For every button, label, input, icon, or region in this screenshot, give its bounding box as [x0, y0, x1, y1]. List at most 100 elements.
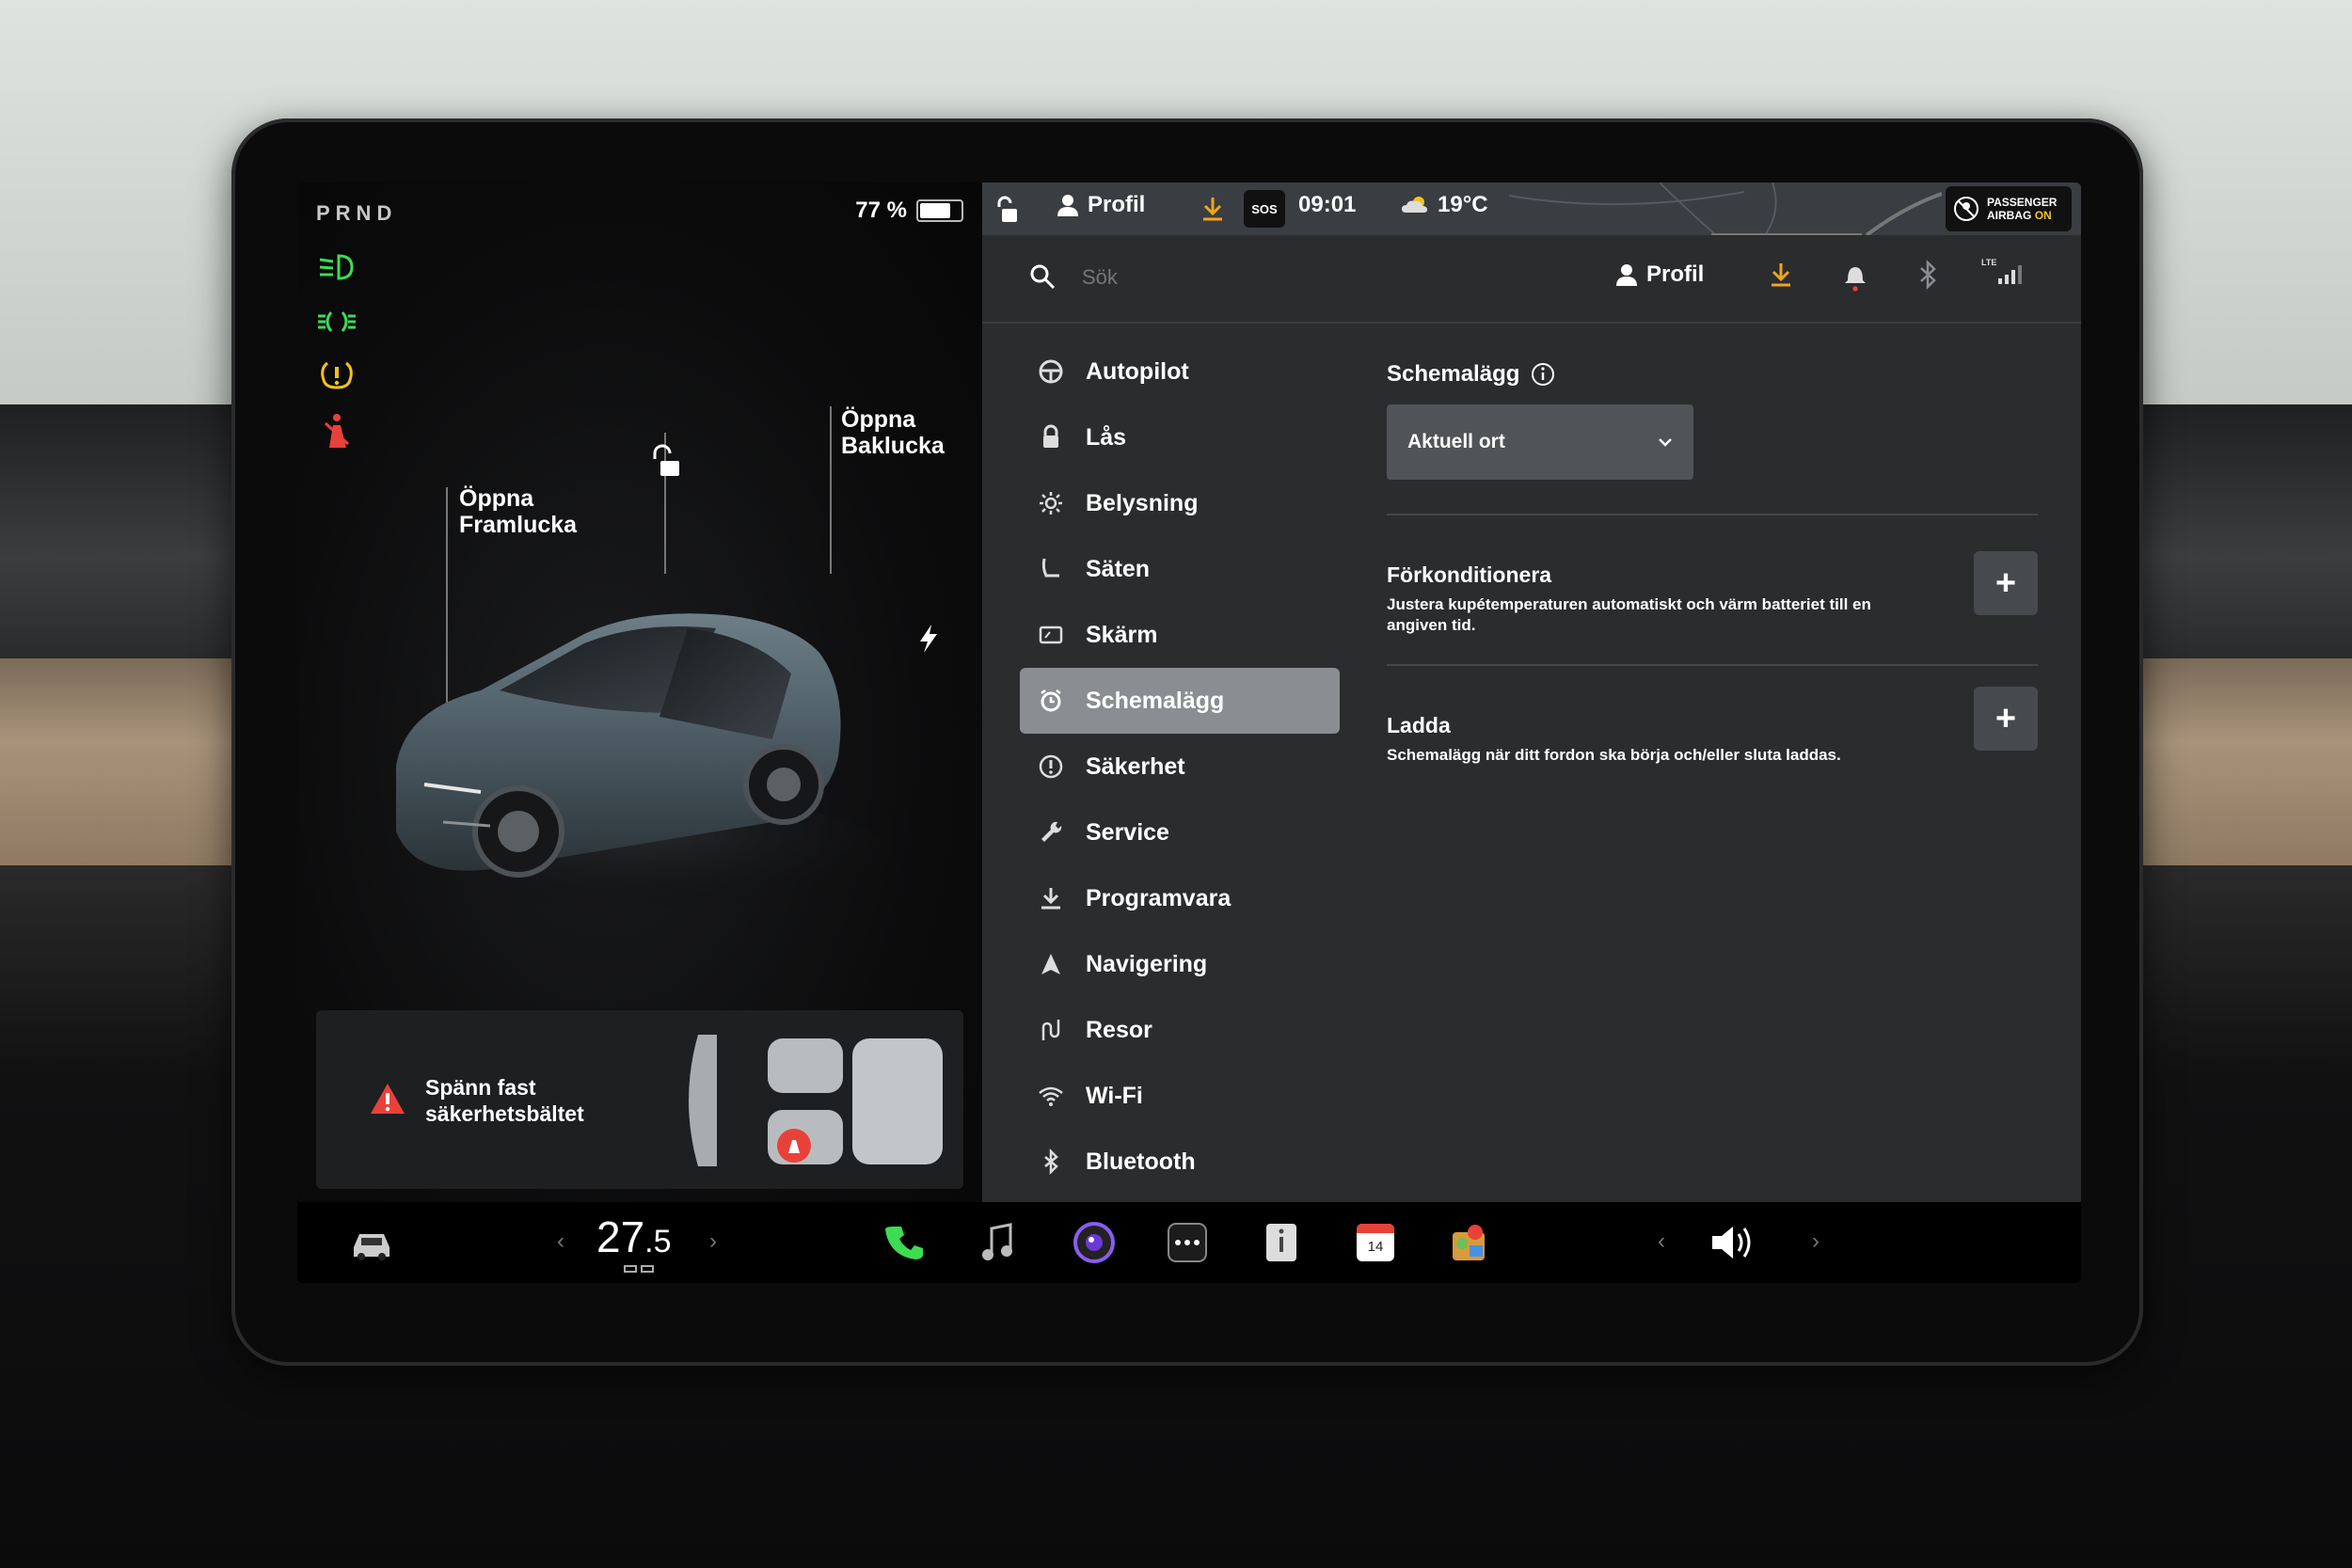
search-input[interactable]: Sök: [1082, 265, 1118, 290]
menu-label: Autopilot: [1086, 357, 1189, 385]
trunk-label-line2: Baklucka: [841, 433, 945, 459]
tire-pressure-warning-icon: [321, 361, 353, 389]
menu-item-navigering[interactable]: Navigering: [1020, 931, 1340, 997]
menu-label: Säten: [1086, 555, 1151, 582]
menu-item-service[interactable]: Service: [1020, 800, 1340, 865]
seat-heater-icon[interactable]: [621, 1262, 659, 1277]
navigation-arrow-icon: [1041, 954, 1060, 974]
parking-lights-icon: [318, 311, 356, 332]
alert-line2: säkerhetsbältet: [425, 1101, 584, 1126]
display-icon: [1039, 626, 1063, 644]
bluetooth-status-icon[interactable]: [1917, 260, 1938, 290]
battery-fill: [920, 203, 951, 218]
menu-item-saten[interactable]: Säten: [1020, 536, 1340, 602]
info-icon[interactable]: [1531, 362, 1555, 387]
volume-next-icon[interactable]: ›: [1812, 1228, 1820, 1255]
airbag-line1: PASSENGER: [1987, 196, 2058, 209]
alarm-clock-icon: [1041, 689, 1061, 712]
calendar-day: 14: [1367, 1239, 1384, 1255]
location-dropdown[interactable]: Aktuell ort: [1387, 404, 1693, 480]
open-frunk-label[interactable]: Öppna Framlucka: [459, 485, 577, 538]
menu-item-wifi[interactable]: Wi-Fi: [1020, 1063, 1340, 1129]
airbag-state: ON: [2034, 209, 2052, 222]
car-panel: PRND 77 % Öppna Framlucka Öppna Baklucka…: [297, 182, 982, 1202]
battery-icon: [916, 199, 963, 222]
open-trunk-label[interactable]: Öppna Baklucka: [841, 406, 945, 459]
temperature-increase-icon[interactable]: ›: [709, 1228, 717, 1255]
menu-item-autopilot[interactable]: Autopilot: [1020, 339, 1340, 404]
charge-port-icon[interactable]: [916, 623, 941, 655]
volume-previous-icon[interactable]: ‹: [1658, 1228, 1665, 1255]
frunk-label-line2: Framlucka: [459, 512, 578, 538]
add-precondition-button[interactable]: +: [1974, 551, 2038, 615]
menu-label: Programvara: [1086, 884, 1232, 911]
manual-icon[interactable]: [1261, 1219, 1302, 1266]
lte-label: LTE: [1981, 258, 1997, 267]
camera-icon[interactable]: [1073, 1219, 1116, 1266]
calendar-icon[interactable]: 14: [1355, 1219, 1396, 1266]
menu-item-las[interactable]: Lås: [1020, 404, 1340, 470]
menu-item-programvara[interactable]: Programvara: [1020, 865, 1340, 931]
gear-selector: PRND: [316, 201, 398, 225]
menu-label: Lås: [1086, 423, 1127, 451]
notification-bell-icon[interactable]: [1844, 261, 1867, 292]
phone-icon[interactable]: [884, 1219, 928, 1266]
airbag-label: PASSENGER AIRBAG ON: [1987, 196, 2057, 222]
profile-button[interactable]: Profil: [1057, 192, 1145, 218]
cabin-temperature[interactable]: 27.5: [596, 1212, 672, 1262]
menu-label: Service: [1086, 818, 1169, 846]
menu-item-schemalagg[interactable]: Schemalägg: [1020, 668, 1340, 734]
menu-label: Wi-Fi: [1086, 1082, 1143, 1109]
menu-item-sakerhet[interactable]: Säkerhet: [1020, 734, 1340, 800]
frunk-label-line1: Öppna: [459, 485, 534, 512]
menu-label: Belysning: [1086, 489, 1199, 516]
temperature-decrease-icon[interactable]: ‹: [557, 1228, 564, 1255]
music-icon[interactable]: [978, 1219, 1016, 1266]
chevron-down-icon: [1659, 438, 1672, 447]
calendar-tile: 14: [1357, 1224, 1394, 1261]
unlocked-padlock-icon[interactable]: [993, 196, 1020, 224]
settings-menu: Autopilot Lås Belysning Säten Skärm Sche…: [1020, 339, 1340, 1195]
weather: 19°C: [1402, 192, 1488, 218]
unlock-icon[interactable]: [645, 444, 683, 482]
toybox-icon[interactable]: [1449, 1219, 1492, 1266]
menu-label: Skärm: [1086, 621, 1158, 648]
seatbelt-alert-card[interactable]: Spänn fast säkerhetsbältet: [316, 1010, 963, 1189]
map-background-lines: [1509, 182, 1942, 235]
car-icon[interactable]: [348, 1219, 395, 1266]
touchscreen: PRND 77 % Öppna Framlucka Öppna Baklucka…: [297, 182, 2081, 1283]
battery-status: 77 %: [855, 198, 963, 224]
seatbelt-warning-icon: [324, 414, 350, 448]
menu-item-bluetooth[interactable]: Bluetooth: [1020, 1129, 1340, 1195]
menu-item-skarm[interactable]: Skärm: [1020, 602, 1340, 668]
search-icon[interactable]: [1029, 263, 1056, 290]
cellular-signal-icon: [1998, 265, 2022, 284]
profile-menu-button[interactable]: Profil: [1616, 261, 1704, 288]
trunk-label-line1: Öppna: [841, 406, 916, 433]
time-label: 09:01: [1298, 192, 1357, 217]
wrench-icon: [1041, 821, 1062, 842]
add-charge-schedule-button[interactable]: +: [1974, 687, 2038, 751]
download-update-icon[interactable]: [1769, 261, 1793, 288]
status-bar: Profil SOS 09:01 19°C PASSENGER AIRBAG O…: [982, 182, 2081, 235]
precondition-description: Justera kupétemperaturen automatiskt och…: [1387, 595, 1871, 634]
trips-icon: [1041, 1020, 1060, 1040]
person-icon: [1057, 195, 1078, 216]
menu-label: Schemalägg: [1086, 687, 1225, 714]
passenger-airbag-indicator: PASSENGER AIRBAG ON: [1946, 186, 2072, 231]
menu-item-belysning[interactable]: Belysning: [1020, 470, 1340, 536]
sos-button[interactable]: SOS: [1244, 190, 1285, 228]
person-icon: [1616, 264, 1637, 286]
charge-title: Ladda: [1387, 713, 1451, 737]
more-apps-icon[interactable]: [1167, 1219, 1208, 1266]
alert-line1: Spänn fast: [425, 1075, 536, 1100]
software-download-icon[interactable]: [1200, 196, 1225, 222]
volume-icon[interactable]: [1708, 1219, 1756, 1266]
clock: 09:01: [1298, 192, 1356, 218]
precondition-title: Förkonditionera: [1387, 562, 1552, 587]
temp-decimal: .5: [644, 1224, 672, 1259]
menu-label: Navigering: [1086, 950, 1208, 977]
menu-item-resor[interactable]: Resor: [1020, 997, 1340, 1063]
vehicle-model-image: [387, 613, 895, 926]
settings-panel: Profil SOS 09:01 19°C PASSENGER AIRBAG O…: [982, 182, 2081, 1202]
